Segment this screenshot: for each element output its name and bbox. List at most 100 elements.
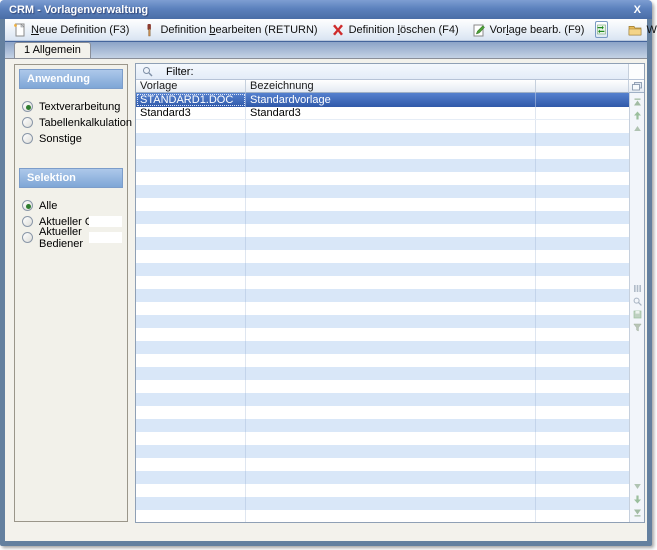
cell-empty	[536, 107, 629, 119]
grid-corner	[629, 64, 644, 80]
prev-page-icon[interactable]	[633, 111, 642, 120]
cell-bezeichnung: Standardvorlage	[246, 93, 536, 107]
new-definition-button[interactable]: Neue Definition (F3)	[11, 22, 131, 38]
toolbar: Neue Definition (F3) Definition bearbeit…	[5, 19, 647, 41]
grid-filter-row: Filter:	[136, 64, 644, 80]
table-row-empty[interactable]	[136, 367, 629, 380]
search-icon	[142, 66, 153, 77]
cell-vorlage: STANDARD1.DOC	[136, 93, 246, 107]
find-icon[interactable]	[633, 297, 642, 306]
tab-page: Anwendung Textverarbeitung Tabellenkalku…	[5, 58, 647, 541]
column-header-bezeichnung[interactable]: Bezeichnung	[246, 80, 536, 93]
radio-aktueller-bediener[interactable]: Aktueller Bediener	[22, 230, 123, 245]
title-bar[interactable]: CRM - Vorlagenverwaltung X	[0, 0, 652, 19]
filter-bar[interactable]: Filter:	[136, 64, 629, 80]
edit-definition-button[interactable]: Definition bearbeiten (RETURN)	[140, 22, 319, 38]
column-header-vorlage[interactable]: Vorlage	[136, 80, 246, 93]
tab-strip: 1 Allgemein	[5, 41, 647, 58]
radio-sonstige[interactable]: Sonstige	[22, 131, 123, 146]
edit-page-icon	[472, 23, 486, 37]
table-row-empty[interactable]	[136, 380, 629, 393]
table-row-empty[interactable]	[136, 250, 629, 263]
close-button[interactable]: X	[632, 4, 643, 16]
cell-bezeichnung: Standard3	[246, 107, 536, 119]
window-body: Neue Definition (F3) Definition bearbeit…	[5, 19, 647, 541]
new-document-icon	[13, 23, 27, 37]
radio-label: Sonstige	[39, 133, 82, 145]
refresh-icon	[596, 24, 607, 35]
radio-label: Tabellenkalkulation	[39, 117, 132, 129]
table-row-empty[interactable]	[136, 471, 629, 484]
filter-label: Filter:	[166, 66, 194, 78]
table-row-empty[interactable]	[136, 276, 629, 289]
next-page-icon[interactable]	[633, 495, 642, 504]
radio-circle	[22, 232, 33, 243]
hammer-icon	[142, 23, 156, 37]
table-row-empty[interactable]	[136, 354, 629, 367]
view-columns-icon[interactable]	[633, 284, 642, 293]
table-row-empty[interactable]	[136, 172, 629, 185]
table-row-empty[interactable]	[136, 445, 629, 458]
table-row-empty[interactable]	[136, 497, 629, 510]
table-row-empty[interactable]	[136, 302, 629, 315]
filter-panel: Anwendung Textverarbeitung Tabellenkalku…	[14, 64, 128, 522]
section-header-anwendung: Anwendung	[19, 69, 123, 89]
table-row-empty[interactable]	[136, 328, 629, 341]
word-control-formats-button[interactable]: Word-Steuerformate (F6)	[626, 22, 657, 38]
edit-template-button[interactable]: Vorlage bearb. (F9)	[470, 22, 587, 38]
radio-alle[interactable]: Alle	[22, 198, 123, 213]
table-row-empty[interactable]	[136, 406, 629, 419]
templates-grid: Filter: Vorlage Bezeichnung	[135, 63, 645, 523]
column-header-empty[interactable]	[536, 80, 629, 93]
table-row-empty[interactable]	[136, 237, 629, 250]
radio-circle	[22, 133, 33, 144]
section-header-selektion: Selektion	[19, 168, 123, 188]
table-row-empty[interactable]	[136, 393, 629, 406]
window-title: CRM - Vorlagenverwaltung	[9, 4, 632, 16]
radio-circle	[22, 101, 33, 112]
radio-circle	[22, 117, 33, 128]
table-row-empty[interactable]	[136, 419, 629, 432]
table-row-empty[interactable]	[136, 133, 629, 146]
table-row-empty[interactable]	[136, 510, 629, 522]
folder-icon	[628, 23, 642, 37]
table-row-empty[interactable]	[136, 315, 629, 328]
app-window: CRM - Vorlagenverwaltung X Neue Definiti…	[0, 0, 652, 546]
refresh-button[interactable]	[595, 21, 608, 38]
table-row-empty[interactable]	[136, 185, 629, 198]
table-row-empty[interactable]	[136, 146, 629, 159]
radio-tabellenkalkulation[interactable]: Tabellenkalkulation	[22, 115, 123, 130]
column-chooser-button[interactable]	[629, 80, 644, 93]
table-row[interactable]: Standard3 Standard3	[136, 107, 629, 120]
table-row-empty[interactable]	[136, 224, 629, 237]
filter-funnel-icon[interactable]	[633, 323, 642, 332]
grid-header: Vorlage Bezeichnung	[136, 80, 644, 93]
table-row-empty[interactable]	[136, 120, 629, 133]
table-row-empty[interactable]	[136, 198, 629, 211]
cell-vorlage: Standard3	[136, 107, 246, 119]
table-row-empty[interactable]	[136, 159, 629, 172]
current-operator-input[interactable]	[89, 232, 122, 243]
radio-label: Textverarbeitung	[39, 101, 120, 113]
delete-definition-button[interactable]: Definition löschen (F4)	[329, 22, 461, 38]
tab-allgemein[interactable]: 1 Allgemein	[14, 42, 91, 58]
delete-x-icon	[331, 23, 345, 37]
table-row-empty[interactable]	[136, 458, 629, 471]
table-row-empty[interactable]	[136, 289, 629, 302]
last-row-icon[interactable]	[633, 508, 642, 517]
cell-empty	[536, 93, 629, 107]
table-row-empty[interactable]	[136, 211, 629, 224]
table-row-empty[interactable]	[136, 484, 629, 497]
prev-row-icon[interactable]	[633, 124, 642, 133]
table-row-empty[interactable]	[136, 341, 629, 354]
table-row-selected[interactable]: STANDARD1.DOC Standardvorlage	[136, 93, 629, 107]
grid-rows: STANDARD1.DOC Standardvorlage Standard3 …	[136, 93, 629, 522]
first-row-icon[interactable]	[633, 98, 642, 107]
radio-circle	[22, 200, 33, 211]
table-row-empty[interactable]	[136, 432, 629, 445]
grid-body: STANDARD1.DOC Standardvorlage Standard3 …	[136, 93, 644, 522]
next-row-icon[interactable]	[633, 482, 642, 491]
save-icon[interactable]	[633, 310, 642, 319]
table-row-empty[interactable]	[136, 263, 629, 276]
radio-textverarbeitung[interactable]: Textverarbeitung	[22, 99, 123, 114]
